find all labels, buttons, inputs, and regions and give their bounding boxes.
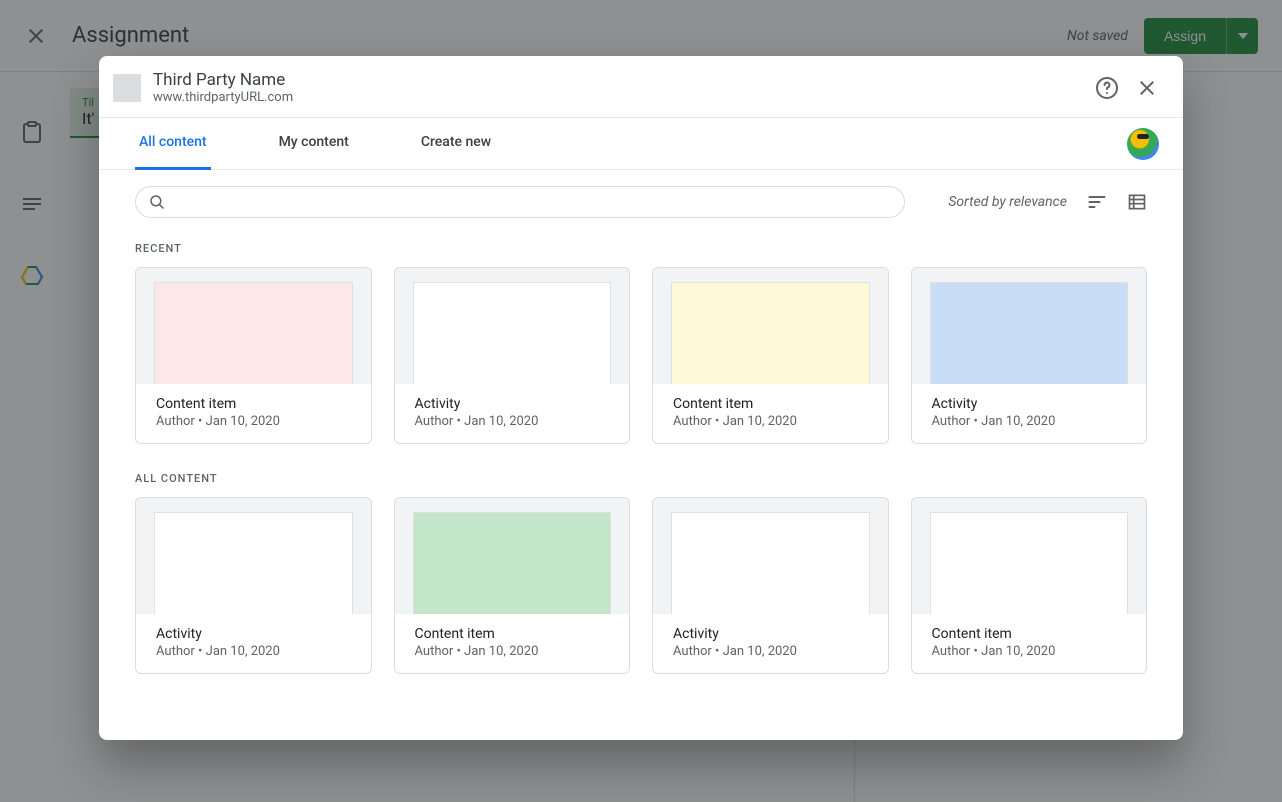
card-meta: Activity Author • Jan 10, 2020 — [912, 384, 1147, 443]
all-content-grid: ActivityAuthor • Jan 10, 2020Content ite… — [135, 497, 1147, 674]
card-thumbnail — [154, 512, 353, 614]
card-subtitle: Author • Jan 10, 2020 — [932, 644, 1127, 659]
sort-icon[interactable] — [1087, 192, 1107, 212]
card-title: Content item — [932, 626, 1127, 642]
search-box[interactable] — [135, 186, 905, 218]
card-thumbnail — [413, 282, 612, 384]
card-title: Activity — [156, 626, 351, 642]
card-subtitle: Author • Jan 10, 2020 — [415, 414, 610, 429]
card-meta: Content item Author • Jan 10, 2020 — [912, 614, 1147, 673]
modal-body: Sorted by relevance RECENT Content item A… — [99, 170, 1183, 740]
card-title: Content item — [415, 626, 610, 642]
third-party-url: www.thirdpartyURL.com — [153, 90, 1079, 105]
section-all-label: ALL CONTENT — [135, 472, 1147, 485]
content-card[interactable]: Content item Author • Jan 10, 2020 — [652, 267, 889, 444]
card-meta: Content item Author • Jan 10, 2020 — [653, 384, 888, 443]
third-party-logo — [113, 74, 141, 102]
content-card[interactable]: Activity Author • Jan 10, 2020 — [911, 267, 1148, 444]
help-icon[interactable] — [1095, 76, 1119, 100]
content-card[interactable]: Activity Author • Jan 10, 2020 — [135, 497, 372, 674]
card-title: Content item — [156, 396, 351, 412]
content-card[interactable]: Content item Author • Jan 10, 2020 — [135, 267, 372, 444]
card-preview — [653, 268, 888, 384]
close-modal-icon[interactable] — [1135, 76, 1159, 100]
card-subtitle: Author • Jan 10, 2020 — [932, 414, 1127, 429]
search-tools: Sorted by relevance — [905, 192, 1147, 212]
card-thumbnail — [413, 512, 612, 614]
section-recent-label: RECENT — [135, 242, 1147, 255]
content-picker-modal: Third Party Name www.thirdpartyURL.com A… — [99, 56, 1183, 740]
card-title: Activity — [415, 396, 610, 412]
search-input[interactable] — [174, 194, 892, 210]
card-title: Activity — [673, 626, 868, 642]
list-view-icon[interactable] — [1127, 192, 1147, 212]
modal-tabs: All content My content Create new — [99, 118, 1183, 170]
content-card[interactable]: Activity Author • Jan 10, 2020 — [652, 497, 889, 674]
card-preview — [136, 498, 371, 614]
card-title: Content item — [673, 396, 868, 412]
card-thumbnail — [671, 512, 870, 614]
tab-my-content[interactable]: My content — [275, 118, 353, 170]
card-title: Activity — [932, 396, 1127, 412]
card-thumbnail — [930, 512, 1129, 614]
card-meta: Activity Author • Jan 10, 2020 — [653, 614, 888, 673]
modal-header: Third Party Name www.thirdpartyURL.com — [99, 56, 1183, 118]
card-preview — [395, 268, 630, 384]
card-preview — [653, 498, 888, 614]
search-icon — [148, 193, 166, 211]
card-meta: Activity Author • Jan 10, 2020 — [395, 384, 630, 443]
card-subtitle: Author • Jan 10, 2020 — [156, 644, 351, 659]
card-thumbnail — [671, 282, 870, 384]
sort-label: Sorted by relevance — [948, 194, 1067, 210]
recent-grid: Content itemAuthor • Jan 10, 2020Activit… — [135, 267, 1147, 444]
card-meta: Content item Author • Jan 10, 2020 — [136, 384, 371, 443]
card-subtitle: Author • Jan 10, 2020 — [156, 414, 351, 429]
content-card[interactable]: Content item Author • Jan 10, 2020 — [394, 497, 631, 674]
card-preview — [912, 268, 1147, 384]
third-party-name: Third Party Name — [153, 70, 1079, 90]
card-preview — [912, 498, 1147, 614]
third-party-text: Third Party Name www.thirdpartyURL.com — [153, 70, 1079, 105]
search-row: Sorted by relevance — [135, 186, 1147, 218]
card-subtitle: Author • Jan 10, 2020 — [673, 414, 868, 429]
card-subtitle: Author • Jan 10, 2020 — [415, 644, 610, 659]
card-meta: Content item Author • Jan 10, 2020 — [395, 614, 630, 673]
card-thumbnail — [154, 282, 353, 384]
card-meta: Activity Author • Jan 10, 2020 — [136, 614, 371, 673]
card-preview — [395, 498, 630, 614]
tab-create-new[interactable]: Create new — [417, 118, 495, 170]
content-card[interactable]: Activity Author • Jan 10, 2020 — [394, 267, 631, 444]
card-preview — [136, 268, 371, 384]
card-thumbnail — [930, 282, 1129, 384]
tab-all-content[interactable]: All content — [135, 118, 211, 170]
card-subtitle: Author • Jan 10, 2020 — [673, 644, 868, 659]
user-avatar[interactable] — [1127, 128, 1159, 160]
content-card[interactable]: Content item Author • Jan 10, 2020 — [911, 497, 1148, 674]
